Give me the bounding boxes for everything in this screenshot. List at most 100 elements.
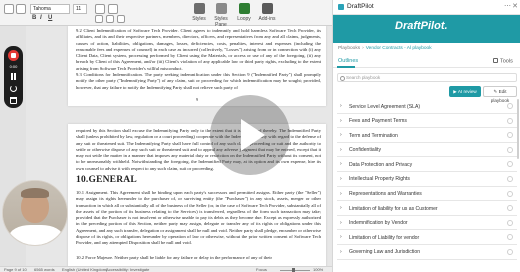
page-number: 9 [195,97,199,102]
status-circle-icon [507,205,513,212]
pause-icon[interactable] [10,73,17,80]
section-heading: 10.GENERAL [76,175,137,185]
sidebar-title: DraftPilot [347,3,374,10]
status-circle-icon [507,219,513,226]
more-options-icon[interactable]: ⋯ [504,2,511,10]
recorder-controls: 0:00 [4,46,23,108]
status-bar: Page 9 of 10 6565 words English (United … [0,266,332,272]
clause-9-3: 9.3 Conditions for Indemnification. The … [76,72,321,90]
restart-icon[interactable] [10,85,17,92]
font-name-select[interactable]: Tahoma [30,4,70,14]
word-count: 6565 words [34,267,55,272]
bold-button[interactable]: B [32,15,36,21]
close-icon[interactable]: ✕ [512,2,518,10]
draftpilot-sidebar: DraftPilot ⋯ ✕ DraftPilot. Playbooks › Ven… [332,0,520,272]
clipboard-icon[interactable] [16,4,26,14]
chevron-right-icon: › [362,46,364,51]
add-ins-button[interactable]: Add-ins [256,3,278,22]
recording-time: 0:00 [9,64,18,69]
status-circle-icon [507,117,513,124]
chevron-right-icon: › [340,219,342,226]
status-circle-icon [507,190,513,197]
list-item[interactable]: › Term and Termination [337,128,517,143]
chevron-right-icon: › [340,117,342,124]
chevron-right-icon: › [340,175,342,182]
presenter-shirt [9,225,63,245]
page-count: Page 9 of 10 [4,267,27,272]
trash-icon[interactable] [10,97,17,104]
sidebar-scrollbar[interactable] [517,99,519,159]
play-video-button[interactable] [210,95,290,175]
status-circle-icon [507,146,513,153]
word-toolbar: Tahoma 11 B I U Styles Styles Pane Loopy… [0,0,332,28]
list-item[interactable]: › Confidentiality [337,143,517,158]
tab-tools[interactable]: Tools [493,58,513,65]
sidebar-header: DraftPilot ⋯ ✕ [333,0,520,15]
add-ins-icon [261,3,273,14]
clause-10-2: 10.2 Force Majeure. Neither party shall … [76,255,273,260]
chevron-right-icon: › [340,103,342,109]
numbering-icon[interactable] [108,4,118,14]
list-item[interactable]: › Data Protection and Privacy [337,157,517,172]
zoom-slider[interactable] [280,269,310,271]
font-size-select[interactable]: 11 [73,4,87,14]
webcam-bubble [2,180,68,246]
breadcrumb: Playbooks › Vendor Contracts - Al playbook [338,46,432,51]
styles-icon [193,3,205,14]
list-item[interactable]: › Governing Law and Jurisdiction [337,245,517,260]
edit-playbook-button[interactable]: ✎ Edit playbook [483,86,517,103]
tab-outlines[interactable]: Outlines [338,58,358,64]
align-center-icon[interactable] [106,15,114,23]
clause-10-1: 10.1 Assignment. This Agreement shall be… [76,190,321,246]
list-item[interactable]: › Limitation of liability for us as Custo… [337,201,517,216]
align-left-icon[interactable] [95,15,103,23]
bullets-icon[interactable] [95,4,105,14]
styles-pane-button[interactable]: Styles Pane [210,3,232,28]
align-right-icon[interactable] [117,15,125,23]
status-circle-icon [507,103,513,109]
list-item[interactable]: › Service Level Agreement (SLA) [337,99,517,114]
zoom-level: 100% [313,267,324,272]
paste-icon[interactable] [4,4,14,14]
clause-9-2: 9.2 Client Indemnification of Software T… [76,28,321,71]
list-item[interactable]: › Indemnification by Vendor [337,216,517,231]
chevron-right-icon: › [340,234,342,241]
status-circle-icon [507,175,513,182]
draftpilot-logo-icon [338,4,344,10]
document-page[interactable]: 9.2 Client Indemnification of Software T… [68,26,326,106]
playbook-outline-list: › Service Level Agreement (SLA) › Fees and… [337,99,517,260]
accessibility-status[interactable]: Accessibility: Investigate [106,267,149,272]
list-item[interactable]: › Intellectual Property Rights [337,172,517,187]
loopy-icon [238,3,250,14]
stop-recording-button[interactable] [8,50,19,61]
status-circle-icon [507,234,513,241]
draftpilot-banner: DraftPilot. [333,15,520,43]
styles-pane-icon [215,3,227,14]
list-item[interactable]: › Fees and Payment Terms [337,114,517,129]
focus-button[interactable]: Focus [256,267,267,272]
breadcrumb-current: Vendor Contracts - Al playbook [365,46,432,51]
draftpilot-logo: DraftPilot. [395,20,448,32]
chevron-right-icon: › [340,146,342,153]
status-circle-icon [507,132,513,139]
styles-button[interactable]: Styles [188,3,210,22]
list-item[interactable]: › Representations and Warranties [337,187,517,202]
status-circle-icon [507,248,513,255]
chevron-right-icon: › [340,161,342,168]
loopy-button[interactable]: Loopy [233,3,255,22]
breadcrumb-playbooks[interactable]: Playbooks [338,46,360,51]
italic-button[interactable]: I [40,15,42,21]
sidebar-tabs: Outlines Tools [333,56,520,68]
chevron-right-icon: › [340,248,342,255]
underline-button[interactable]: U [48,15,52,21]
list-item[interactable]: › Limitation of Liability for vendor [337,230,517,245]
playbook-search-input[interactable]: Search playbook [337,73,517,82]
language-status: English (United Kingdom) [62,267,108,272]
chevron-right-icon: › [340,205,342,212]
zoom-slider-handle[interactable] [292,268,295,272]
chevron-right-icon: › [340,190,342,197]
tools-icon [493,58,498,63]
status-circle-icon [507,161,513,168]
ai-review-button[interactable]: ▶ AI review [449,86,481,97]
chevron-right-icon: › [340,132,342,139]
